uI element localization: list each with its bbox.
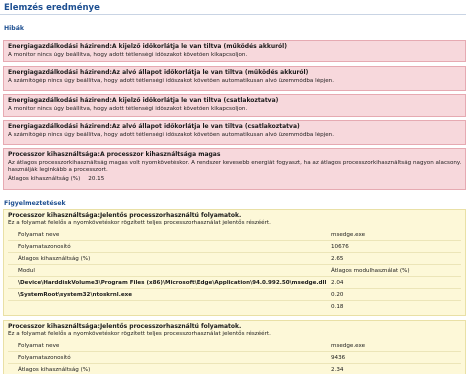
row-label: Folyamat neve [18,343,60,349]
row-value: 10676 [331,244,349,250]
row-value: 2.65 [331,256,344,262]
row-label: Folyamatazonosító [18,355,71,361]
table-row: Átlagos kihasználtság (%) 2.65 [8,253,461,265]
row-value: Átlagos modulhasználat (%) [331,268,410,274]
warning-block: Processzor kihasználtsága:Jelentős proce… [3,209,466,316]
row-label: Átlagos kihasználtság (%) [18,256,91,262]
row-label: Folyamatazonosító [18,244,71,250]
metric-value: 20.15 [88,176,105,182]
report-title: Elemzés eredménye [4,3,100,13]
row-label: Átlagos kihasználtság (%) [18,367,91,373]
row-label: Folyamat neve [18,232,60,238]
error-heading: Energiagazdálkodási házirend:A kijelző i… [8,97,279,104]
table-row: Folyamat neve msedge.exe [8,340,461,352]
error-description: Az átlagos processzorkihasználtság magas… [8,160,461,166]
row-value: 2.34 [331,367,344,373]
row-label: \SystemRoot\system32\ntoskrnl.exe [18,292,133,298]
title-divider [0,14,466,15]
error-heading: Energiagazdálkodási házirend:A kijelző i… [8,43,287,50]
row-value: msedge.exe [331,343,366,349]
table-row: 0.18 [8,301,461,313]
error-description-cont: használják leginkább a processzort. [8,167,108,173]
table-row: Modul Átlagos modulhasználat (%) [8,265,461,277]
warning-block: Processzor kihasználtsága:Jelentős proce… [3,320,466,374]
row-value: 0.20 [331,292,344,298]
error-block: Energiagazdálkodási házirend:A kijelző i… [3,40,466,62]
error-block: Energiagazdálkodási házirend:A kijelző i… [3,94,466,117]
error-description: A monitor nincs úgy beállítva, hogy adot… [8,106,248,112]
errors-heading: Hibák [4,25,25,32]
row-value: 0.18 [331,304,344,310]
table-row: Folyamatazonosító 9436 [8,352,461,364]
row-label: \Device\HarddiskVolume3\Program Files (x… [18,280,327,286]
warning-heading: Processzor kihasználtsága:Jelentős proce… [8,323,242,330]
table-row: \SystemRoot\system32\ntoskrnl.exe 0.20 [8,289,461,301]
warnings-heading: Figyelmeztetések [4,200,66,207]
row-value: msedge.exe [331,232,366,238]
error-heading: Energiagazdálkodási házirend:Az alvó áll… [8,69,309,76]
warning-heading: Processzor kihasználtsága:Jelentős proce… [8,212,242,219]
error-heading: Energiagazdálkodási házirend:Az alvó áll… [8,123,300,130]
error-block: Energiagazdálkodási házirend:Az alvó áll… [3,120,466,145]
error-description: A monitor nincs úgy beállítva, hogy adot… [8,52,248,58]
error-block: Processzor kihasználtsága:A processzor k… [3,148,466,190]
error-description: A számítógép nincs úgy beállítva, hogy a… [8,78,335,84]
row-value: 2.04 [331,280,344,286]
warning-table: Folyamat neve msedge.exe Folyamatazonosít… [8,229,461,313]
metric-label: Átlagos kihasználtság (%) [8,176,81,182]
error-description: A számítógép nincs úgy beállítva, hogy a… [8,132,335,138]
table-row: Átlagos kihasználtság (%) 2.34 [8,364,461,374]
warning-table: Folyamat neve msedge.exe Folyamatazonosít… [8,340,461,374]
row-value: 9436 [331,355,346,361]
error-block: Energiagazdálkodási házirend:Az alvó áll… [3,66,466,91]
table-row: \Device\HarddiskVolume3\Program Files (x… [8,277,461,289]
error-metric: Átlagos kihasználtság (%) 20.15 [8,176,461,182]
error-heading: Processzor kihasználtsága:A processzor k… [8,151,221,158]
row-label: Modul [18,268,35,274]
table-row: Folyamat neve msedge.exe [8,229,461,241]
warning-description: Ez a folyamat felelős a nyomkövetéskor r… [8,331,271,337]
warning-description: Ez a folyamat felelős a nyomkövetéskor r… [8,220,271,226]
table-row: Folyamatazonosító 10676 [8,241,461,253]
